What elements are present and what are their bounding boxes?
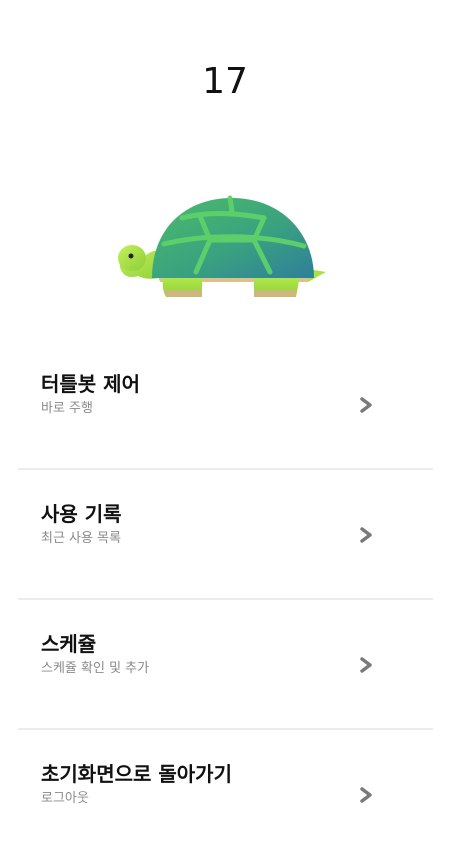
header-number: 17 (202, 61, 248, 102)
menu-item-title: 터틀봇 제어 (41, 372, 140, 396)
chevron-right-icon (360, 787, 372, 803)
menu-item-subtitle: 로그아웃 (41, 791, 89, 806)
menu-item-logout[interactable]: 초기화면으로 돌아가기 로그아웃 (18, 730, 433, 860)
menu-item-subtitle: 바로 주행 (41, 401, 93, 416)
menu-list: 터틀봇 제어 바로 주행 사용 기록 최근 사용 목록 스케쥴 스케쥴 확인 및… (18, 340, 433, 860)
menu-item-subtitle: 스케쥴 확인 및 추가 (41, 661, 150, 676)
menu-item-schedule[interactable]: 스케쥴 스케쥴 확인 및 추가 (18, 600, 433, 730)
turtle-icon (118, 195, 326, 297)
menu-item-title: 초기화면으로 돌아가기 (41, 762, 232, 786)
menu-item-usage-history[interactable]: 사용 기록 최근 사용 목록 (18, 470, 433, 600)
menu-item-subtitle: 최근 사용 목록 (41, 531, 122, 546)
menu-item-title: 사용 기록 (41, 502, 122, 526)
chevron-right-icon (360, 397, 372, 413)
chevron-right-icon (360, 657, 372, 673)
menu-item-title: 스케쥴 (41, 632, 97, 656)
chevron-right-icon (360, 527, 372, 543)
menu-item-turtlebot-control[interactable]: 터틀봇 제어 바로 주행 (18, 340, 433, 470)
